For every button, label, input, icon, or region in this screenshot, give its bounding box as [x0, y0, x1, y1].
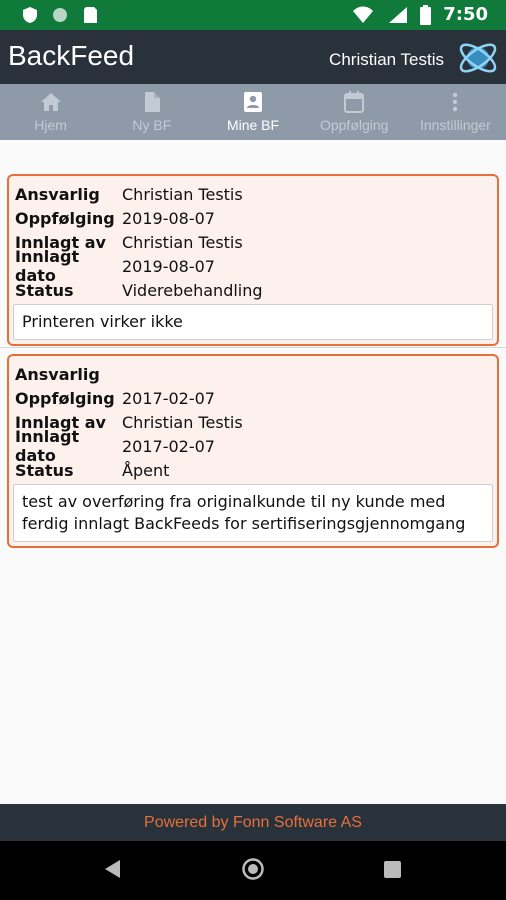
document-icon [144, 92, 160, 112]
calendar-icon [344, 91, 365, 113]
field-label: Innlagt dato [15, 427, 80, 465]
field-value: 2019-08-07 [122, 208, 215, 228]
footer: Powered by Fonn Software AS [0, 804, 506, 841]
divider [0, 347, 506, 348]
shield-icon [23, 7, 37, 23]
field-label: Oppfølging [15, 388, 115, 408]
field-label: Innlagt dato [15, 247, 80, 285]
home-icon [40, 93, 61, 111]
circle-icon [53, 8, 67, 22]
wifi-icon [353, 6, 374, 23]
cell-signal-icon [389, 6, 408, 23]
app-title: BackFeed [8, 40, 135, 71]
field-label: Status [15, 460, 74, 480]
field-row: Ansvarlig Christian Testis [13, 182, 493, 206]
status-bar: 7:50 [0, 0, 506, 30]
backfeed-card[interactable]: Ansvarlig Oppfølging 2017-02-07 Innlagt a… [7, 354, 499, 548]
tab-label: Innstillinger [420, 117, 491, 133]
app-bar: BackFeed Christian Testis [0, 30, 506, 84]
contact-card-icon [244, 92, 262, 112]
recents-icon[interactable] [384, 861, 401, 878]
tab-ny-bf[interactable]: Ny BF [101, 84, 202, 140]
field-label: Status [15, 280, 74, 300]
tab-bar: Hjem Ny BF Mine BF Oppfølging Innstillin… [0, 84, 506, 140]
field-row: Innlagt dato 2017-02-07 [13, 427, 493, 465]
sim-card-icon [84, 7, 97, 23]
description-box: Printeren virker ikke [13, 304, 493, 340]
tab-label: Ny BF [132, 117, 172, 133]
field-row: Oppfølging 2019-08-07 [13, 206, 493, 230]
tab-innstillinger[interactable]: Innstillinger [405, 84, 506, 140]
description-box: test av overføring fra originalkunde til… [13, 484, 493, 542]
tab-hjem[interactable]: Hjem [0, 84, 101, 140]
field-label: Oppfølging [15, 208, 115, 228]
tab-label: Hjem [34, 117, 67, 133]
back-icon[interactable] [104, 859, 122, 879]
field-row: Oppfølging 2017-02-07 [13, 386, 493, 410]
more-vertical-icon [453, 92, 458, 112]
field-row: Innlagt dato 2019-08-07 [13, 247, 493, 285]
system-nav-bar [0, 841, 506, 900]
field-value: Christian Testis [122, 184, 243, 204]
field-label: Ansvarlig [15, 364, 100, 384]
battery-icon [420, 4, 432, 25]
app-logo-icon[interactable] [456, 36, 500, 80]
status-time: 7:50 [443, 4, 488, 25]
backfeed-list: Ansvarlig Christian Testis Oppfølging 2019… [0, 140, 506, 804]
field-value: Christian Testis [122, 412, 243, 432]
field-row: Status Viderebehandling [13, 278, 493, 302]
field-row: Status Åpent [13, 458, 493, 482]
field-value: Viderebehandling [122, 280, 263, 300]
field-value: Christian Testis [122, 232, 243, 252]
field-row: Ansvarlig [13, 362, 493, 386]
backfeed-card[interactable]: Ansvarlig Christian Testis Oppfølging 2019… [7, 174, 499, 346]
field-value: 2017-02-07 [122, 436, 215, 456]
home-button-icon[interactable] [242, 858, 264, 880]
field-value: 2019-08-07 [122, 256, 215, 276]
tab-label: Mine BF [226, 117, 280, 133]
status-bar-icons-left [22, 6, 98, 24]
tab-label: Oppfølging [319, 117, 389, 133]
field-value: Åpent [122, 460, 170, 480]
status-bar-icons-right: 7:50 [352, 4, 488, 25]
tab-oppfolging[interactable]: Oppfølging [304, 84, 405, 140]
field-value: 2017-02-07 [122, 388, 215, 408]
field-label: Ansvarlig [15, 184, 100, 204]
tab-mine-bf[interactable]: Mine BF [202, 84, 303, 140]
user-name[interactable]: Christian Testis [329, 50, 444, 70]
